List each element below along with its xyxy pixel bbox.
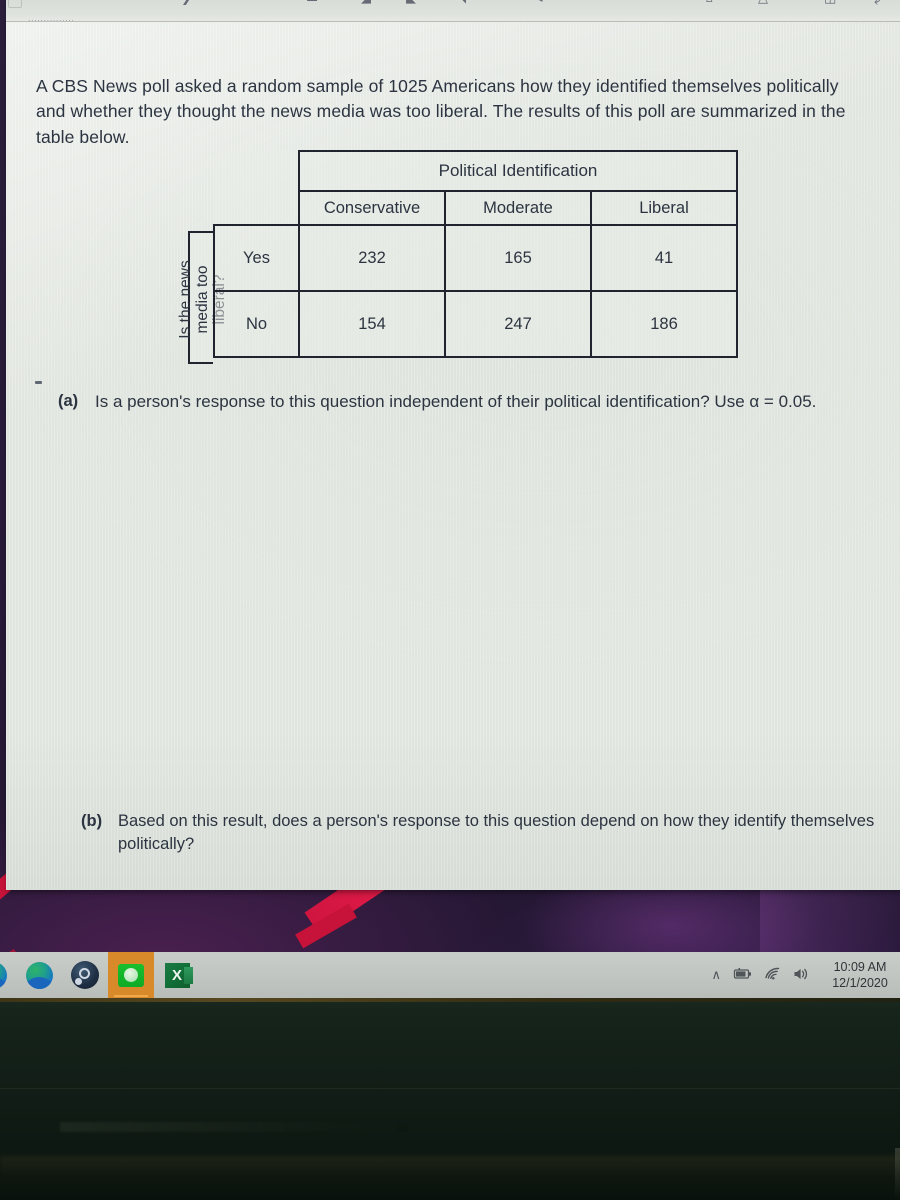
column-header-liberal: Liberal	[590, 190, 738, 226]
cell-no-conservative: 154	[298, 290, 446, 358]
chevron-up-icon[interactable]: ∧	[711, 968, 721, 983]
cursor-icon[interactable]: ❯	[181, 0, 192, 5]
bezel-keyboard-blur	[60, 1122, 420, 1132]
eraser-icon[interactable]: ◂	[536, 0, 543, 5]
data-table: Political Identification Conservative Mo…	[213, 150, 738, 358]
table-header-row: Conservative Moderate Liberal	[214, 190, 738, 226]
system-tray: ∧ 10:09 AM 12/1/2020	[711, 952, 894, 998]
text-box-icon[interactable]: ◫	[824, 0, 836, 5]
windows-taskbar[interactable]: X ∧ 10:09 AM 12/1/2020	[0, 952, 900, 998]
part-a-tag: (a)	[58, 392, 79, 410]
laptop-bezel	[0, 998, 900, 1200]
taskbar-item-steam[interactable]	[62, 952, 108, 998]
taskbar-item-browser-left[interactable]	[0, 952, 16, 998]
paragraph-mark-icon[interactable]: ▬	[306, 0, 318, 5]
annotation-toolbar[interactable]: ❯ ─ ▬ ◢ ◣ ◥ ◂ ▵ △ ◫ ⤸ ...............	[6, 0, 900, 22]
bezel-highlight-line	[0, 998, 900, 1002]
steam-icon[interactable]	[71, 961, 99, 989]
edge-icon[interactable]	[25, 961, 53, 989]
row-header-yes: Yes	[213, 224, 300, 292]
part-b-tag: (b)	[81, 812, 103, 830]
toolbar-hint-label: ...............	[28, 13, 75, 22]
toolbar-corner-box	[8, 0, 22, 8]
taskbar-item-excel[interactable]: X	[154, 952, 200, 998]
column-header-conservative: Conservative	[298, 190, 446, 226]
cell-no-moderate: 247	[444, 290, 592, 358]
row-header-no: No	[213, 290, 300, 358]
taskbar-item-browser[interactable]	[16, 952, 62, 998]
ruler-icon[interactable]: △	[758, 0, 768, 5]
table-row: No 154 247 186	[213, 290, 738, 358]
contingency-table: Is the news media too liberal? Political…	[109, 150, 741, 365]
shapes-icon[interactable]: ▵	[706, 0, 713, 5]
clock-date: 12/1/2020	[832, 976, 888, 990]
cell-yes-liberal: 41	[590, 224, 738, 292]
wifi-icon[interactable]	[764, 967, 781, 983]
corner-blank-cell	[214, 151, 299, 191]
question-part-b: (b) Based on this result, does a person'…	[81, 810, 881, 856]
volume-icon[interactable]	[793, 967, 810, 984]
edge-icon[interactable]	[0, 961, 7, 989]
lasso-icon[interactable]: ⤸	[874, 0, 882, 5]
problem-statement: A CBS News poll asked a random sample of…	[36, 75, 846, 147]
row-variable-header-cell: Is the news media too liberal?	[177, 231, 228, 364]
battery-icon[interactable]	[733, 967, 752, 983]
underline-icon[interactable]: ─	[254, 0, 262, 5]
cell-yes-moderate: 165	[444, 224, 592, 292]
part-a-text: Is a person's response to this question …	[95, 392, 817, 411]
cell-no-liberal: 186	[590, 290, 738, 358]
pen-icon[interactable]: ◣	[406, 0, 416, 5]
table-header-super-row: Political Identification	[214, 150, 738, 192]
highlighter-icon[interactable]: ◢	[361, 0, 371, 5]
corner-blank-cell-2	[214, 191, 299, 225]
taskbar-app-list: X	[0, 952, 200, 998]
table-row: Yes 232 165 41	[213, 224, 738, 292]
marker-icon[interactable]: ◥	[456, 0, 466, 5]
text-cursor-mark	[35, 381, 42, 384]
cell-yes-conservative: 232	[298, 224, 446, 292]
document-window: ❯ ─ ▬ ◢ ◣ ◥ ◂ ▵ △ ◫ ⤸ ............... A …	[6, 0, 900, 890]
bezel-strip	[0, 1088, 900, 1089]
row-variable-label: Is the news media too liberal?	[177, 260, 228, 339]
part-b-text: Based on this result, does a person's re…	[118, 812, 875, 853]
bezel-bottom-glow	[0, 1156, 900, 1200]
bezel-right-edge	[895, 1148, 900, 1200]
column-header-moderate: Moderate	[444, 190, 592, 226]
taskbar-item-green-app[interactable]	[108, 952, 154, 998]
column-group-header: Political Identification	[298, 150, 738, 192]
laptop-screen-photo: ❯ ─ ▬ ◢ ◣ ◥ ◂ ▵ △ ◫ ⤸ ............... A …	[0, 0, 900, 1200]
excel-icon[interactable]: X	[164, 962, 193, 988]
clock[interactable]: 10:09 AM 12/1/2020	[826, 959, 894, 991]
clock-time: 10:09 AM	[833, 960, 887, 974]
green-circle-app-icon[interactable]	[118, 963, 144, 987]
question-part-a: (a) Is a person's response to this quest…	[58, 390, 838, 413]
